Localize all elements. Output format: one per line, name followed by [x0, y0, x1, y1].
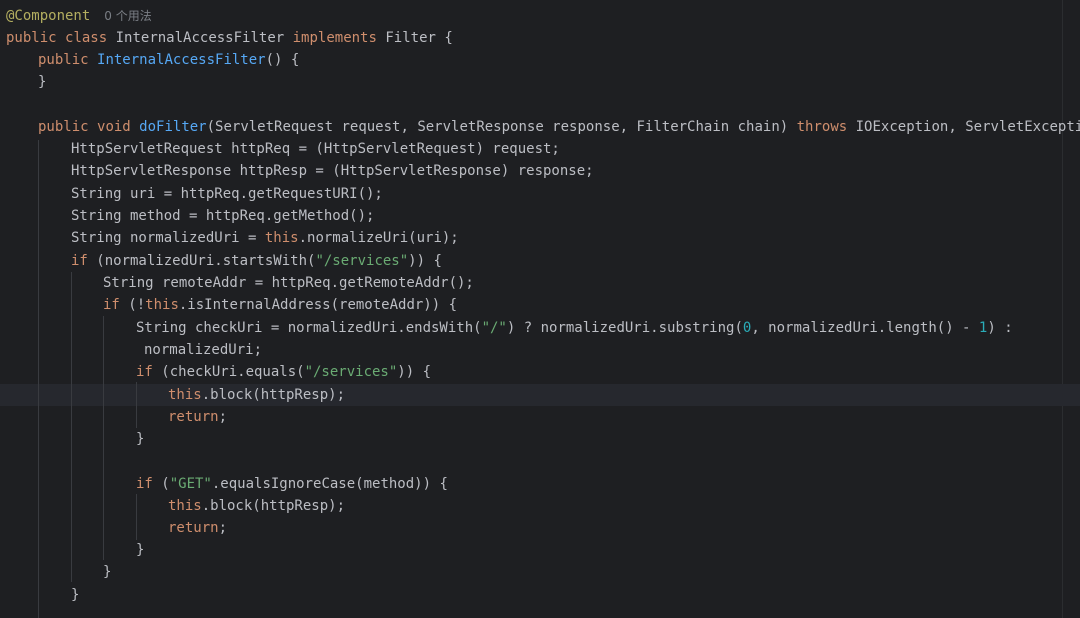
- code-text: IOException, ServletException {: [855, 119, 1080, 135]
- code-line[interactable]: String remoteAddr = httpReq.getRemoteAdd…: [103, 272, 474, 294]
- string-token: "/services": [304, 364, 398, 380]
- code-line[interactable]: public InternalAccessFilter() {: [38, 49, 299, 71]
- keyword-token: if: [136, 476, 153, 492]
- code-text: String remoteAddr = httpReq.getRemoteAdd…: [103, 275, 474, 291]
- code-text: .isInternalAddress(remoteAddr)) {: [178, 297, 458, 313]
- code-line[interactable]: String uri = httpReq.getRequestURI();: [71, 183, 383, 205]
- annotation-token: @Component: [6, 8, 91, 24]
- keyword-token: public: [6, 30, 57, 46]
- keyword-token: implements: [292, 30, 377, 46]
- code-text: .block(httpResp);: [201, 387, 346, 403]
- code-text: }: [136, 542, 145, 558]
- code-line[interactable]: }: [38, 71, 46, 93]
- code-line[interactable]: this.block(httpResp);: [168, 384, 345, 406]
- code-text: HttpServletResponse httpResp = (HttpServ…: [71, 163, 594, 179]
- keyword-token: this: [168, 498, 202, 514]
- code-text: String method = httpReq.getMethod();: [71, 208, 375, 224]
- class-name-token: InternalAccessFilter: [115, 30, 285, 46]
- code-line[interactable]: HttpServletRequest httpReq = (HttpServle…: [71, 138, 560, 160]
- keyword-token: return: [168, 409, 219, 425]
- string-token: "/": [481, 320, 507, 336]
- string-token: "/services": [315, 253, 409, 269]
- code-text: .block(httpResp);: [201, 498, 346, 514]
- code-text: (ServletRequest request, ServletResponse…: [206, 119, 797, 135]
- code-line-wrapped[interactable]: normalizedUri;: [144, 339, 262, 361]
- code-line[interactable]: }: [136, 428, 144, 450]
- code-line[interactable]: String normalizedUri = this.normalizeUri…: [71, 227, 459, 249]
- keyword-token: this: [145, 297, 179, 313]
- code-line[interactable]: if (checkUri.equals("/services")) {: [136, 361, 431, 383]
- indent-guide: [71, 272, 72, 582]
- code-text: String uri = httpReq.getRequestURI();: [71, 186, 383, 202]
- code-text: String checkUri = normalizedUri.endsWith…: [136, 320, 482, 336]
- code-text: }: [71, 587, 80, 603]
- code-line[interactable]: }: [136, 539, 144, 561]
- string-token: "GET": [169, 476, 212, 492]
- code-line[interactable]: this.block(httpResp);: [168, 495, 345, 517]
- method-name-token: doFilter: [139, 119, 207, 135]
- code-line[interactable]: String method = httpReq.getMethod();: [71, 205, 374, 227]
- code-text: (checkUri.equals(: [152, 364, 305, 380]
- code-line[interactable]: return;: [168, 517, 227, 539]
- keyword-token: throws: [796, 119, 848, 135]
- interface-token: Filter: [385, 30, 436, 46]
- code-line[interactable]: }: [103, 561, 111, 583]
- code-text: ;: [218, 520, 228, 536]
- code-text: (: [152, 476, 170, 492]
- code-line[interactable]: @Component 0 个用法: [6, 5, 152, 27]
- code-text: .equalsIgnoreCase(method)) {: [211, 476, 448, 492]
- right-margin-guide: [1062, 0, 1063, 618]
- code-text: }: [38, 74, 47, 90]
- code-text: normalizedUri;: [144, 342, 263, 358]
- keyword-token: if: [103, 297, 120, 313]
- keyword-token: public: [38, 52, 89, 68]
- code-line[interactable]: String checkUri = normalizedUri.endsWith…: [136, 317, 1013, 339]
- code-text: HttpServletRequest httpReq = (HttpServle…: [71, 141, 560, 157]
- indent-guide: [136, 494, 137, 540]
- keyword-token: if: [71, 253, 88, 269]
- keyword-token: this: [264, 230, 299, 246]
- code-text: , normalizedUri.length() -: [751, 320, 979, 336]
- code-editor[interactable]: @Component 0 个用法 public class InternalAcc…: [0, 0, 1080, 618]
- indent-guide: [136, 382, 137, 428]
- constructor-token: InternalAccessFilter: [97, 52, 266, 68]
- keyword-token: class: [65, 30, 108, 46]
- caret-line-highlight: [0, 384, 1080, 406]
- keyword-token: public: [38, 119, 89, 135]
- keyword-token: this: [168, 387, 202, 403]
- code-text: (normalizedUri.startsWith(: [87, 253, 316, 269]
- keyword-token: void: [97, 119, 131, 135]
- code-line[interactable]: HttpServletResponse httpResp = (HttpServ…: [71, 160, 594, 182]
- code-line[interactable]: }: [71, 584, 79, 606]
- code-line[interactable]: public void doFilter(ServletRequest requ…: [38, 116, 1080, 138]
- indent-guide: [38, 140, 39, 618]
- code-text: (!: [119, 297, 146, 313]
- code-text: ) :: [987, 320, 1013, 336]
- indent-guide: [103, 316, 104, 560]
- code-line[interactable]: public class InternalAccessFilter implem…: [6, 27, 453, 49]
- code-line[interactable]: if (!this.isInternalAddress(remoteAddr))…: [103, 294, 457, 316]
- code-text: () {: [265, 52, 300, 68]
- code-text: ;: [218, 409, 228, 425]
- code-text: .normalizeUri(uri);: [298, 230, 459, 246]
- code-text: ) ? normalizedUri.substring(: [506, 320, 743, 336]
- code-line[interactable]: if ("GET".equalsIgnoreCase(method)) {: [136, 473, 448, 495]
- code-text: String normalizedUri =: [71, 230, 265, 246]
- code-text: }: [103, 564, 112, 580]
- code-text: {: [435, 30, 453, 46]
- keyword-token: if: [136, 364, 153, 380]
- keyword-token: return: [168, 520, 219, 536]
- code-text: )) {: [408, 253, 442, 269]
- usage-hint[interactable]: 0 个用法: [104, 9, 151, 23]
- code-text: }: [136, 431, 145, 447]
- code-text: )) {: [397, 364, 432, 380]
- code-line[interactable]: if (normalizedUri.startsWith("/services"…: [71, 250, 442, 272]
- code-line[interactable]: return;: [168, 406, 227, 428]
